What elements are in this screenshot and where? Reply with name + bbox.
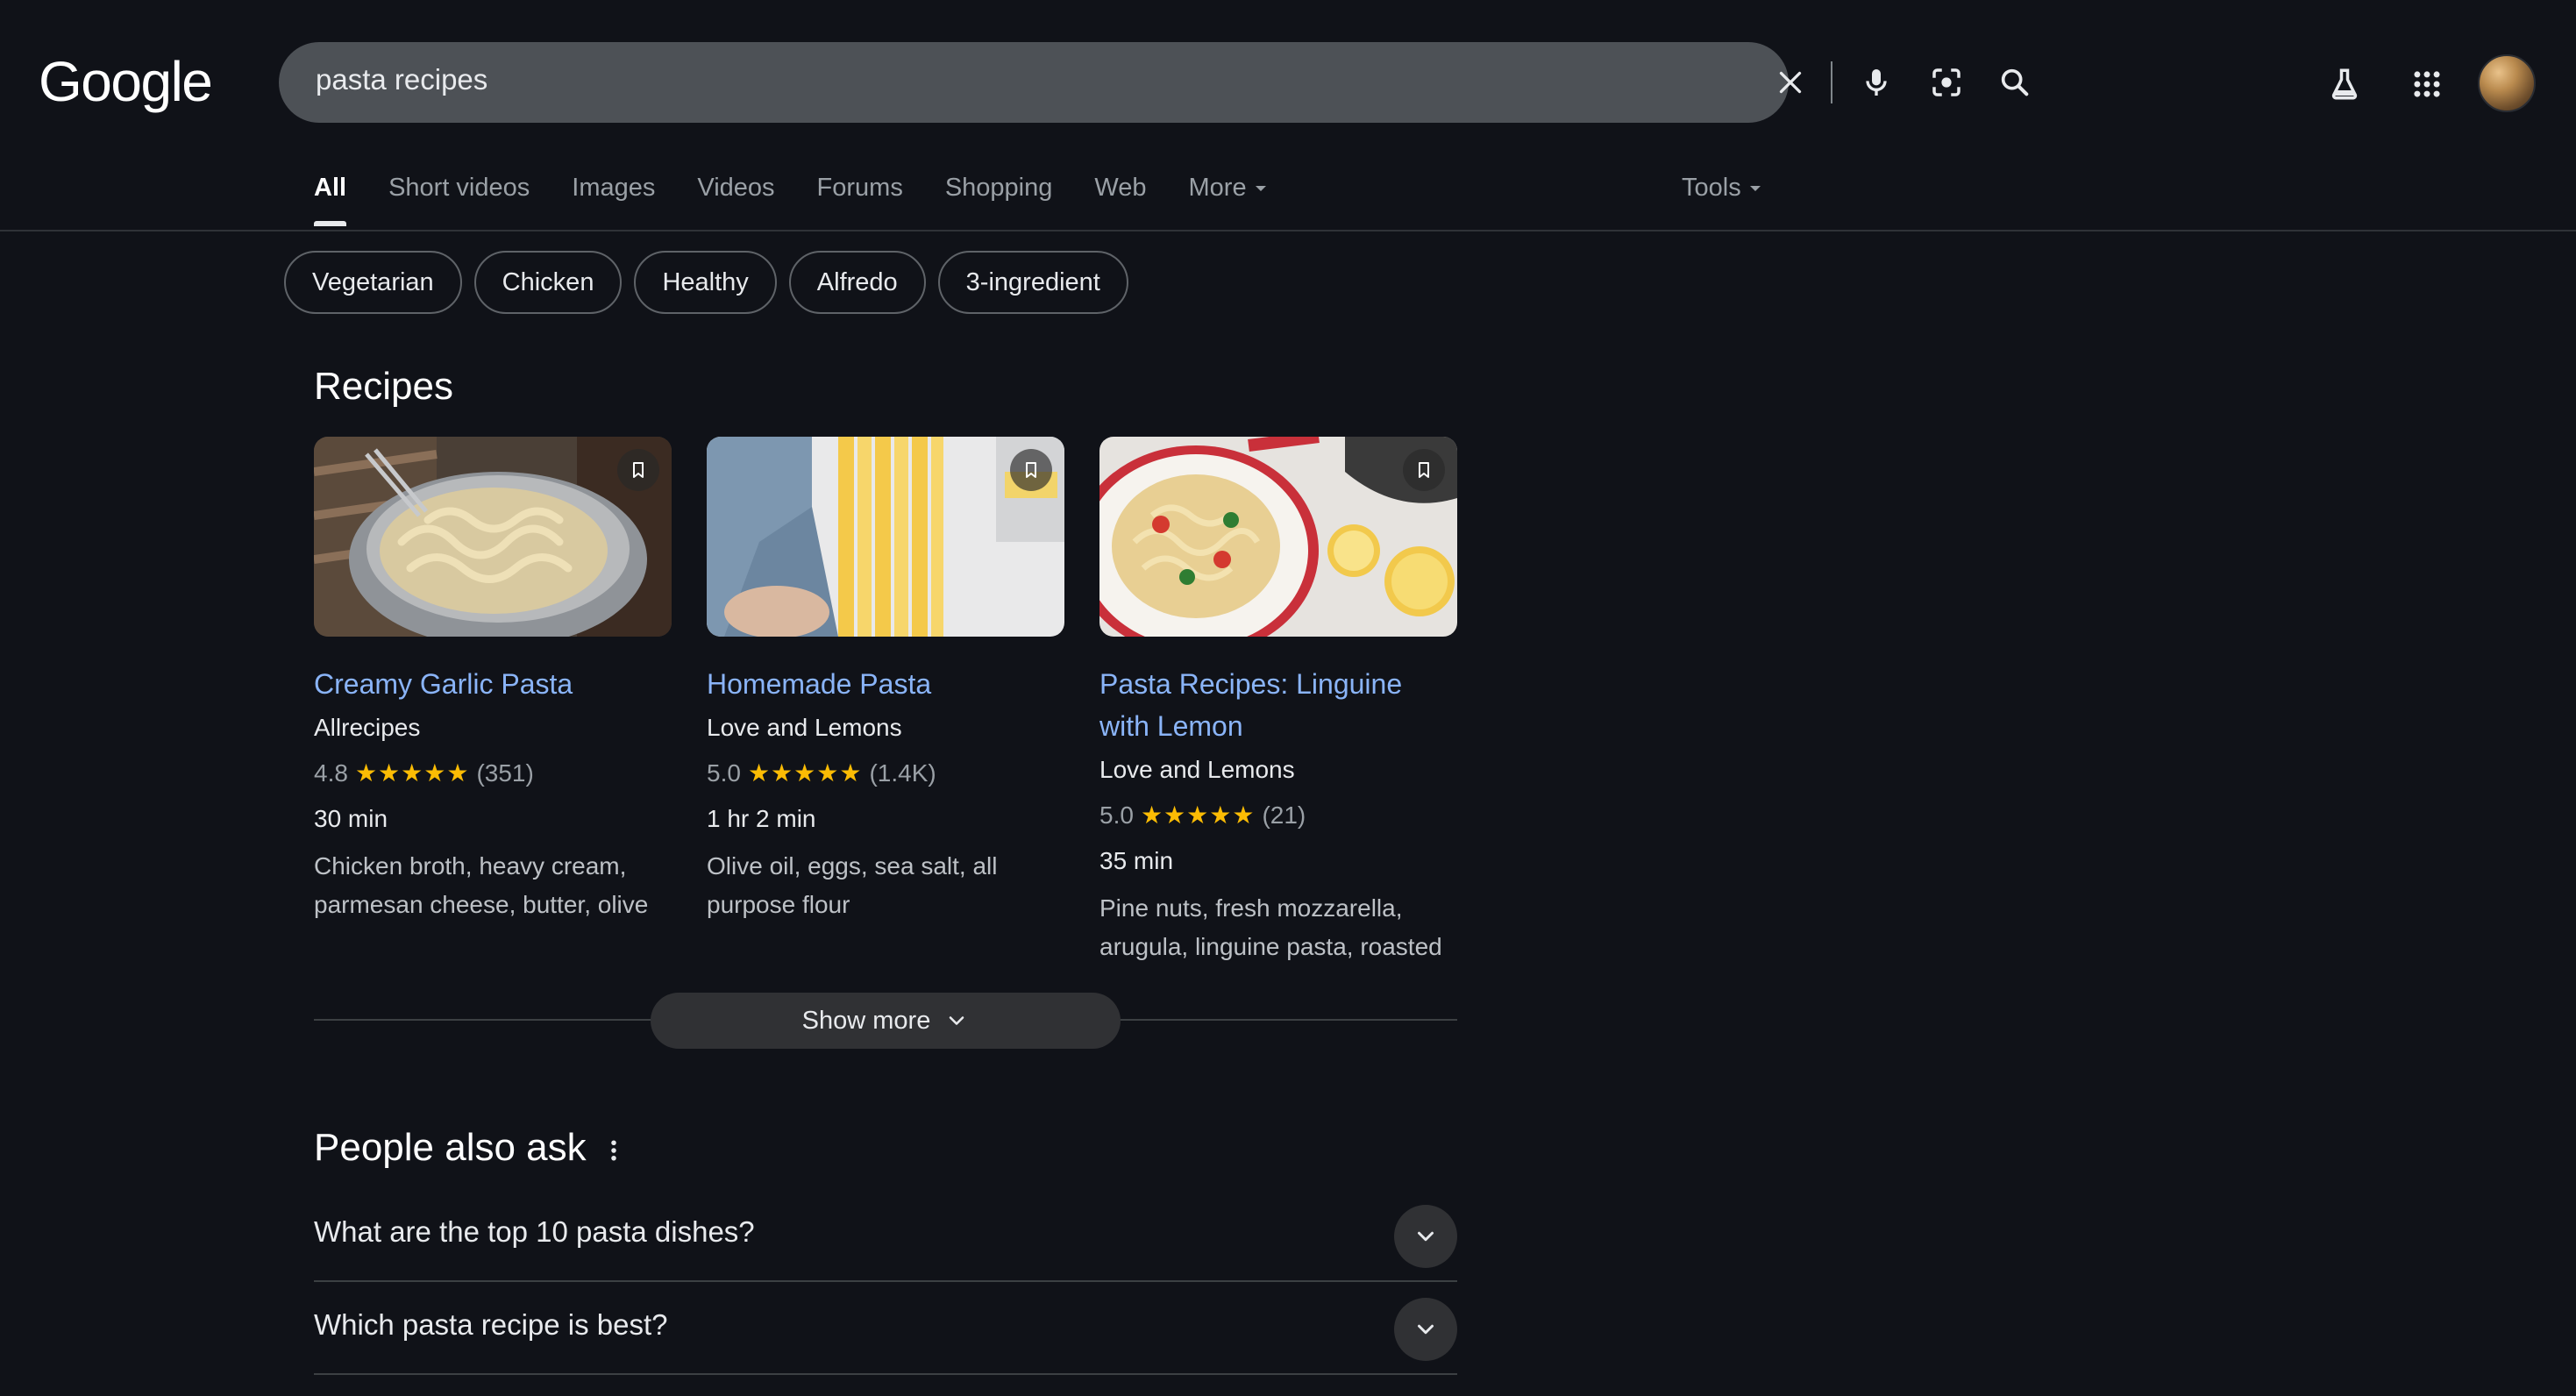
paa-question[interactable]: What are the top 10 pasta dishes?: [314, 1189, 1457, 1282]
recipe-time: 30 min: [314, 805, 388, 832]
rating-value: 5.0: [1099, 801, 1134, 829]
recipe-title[interactable]: Homemade Pasta: [707, 663, 1064, 705]
dropdown-caret-icon: [1749, 186, 1761, 192]
search-bar[interactable]: pasta recipes: [279, 42, 2029, 123]
rating-stars-icon: ★★★★★: [747, 759, 863, 787]
recipe-source: Love and Lemons: [707, 714, 902, 741]
bookmark-icon[interactable]: [1403, 449, 1445, 491]
chip-vegetarian[interactable]: Vegetarian: [284, 251, 462, 314]
recipe-ingredients: Chicken broth, heavy cream, parmesan che…: [314, 852, 649, 918]
recipe-card[interactable]: Homemade Pasta Love and Lemons 5.0 ★★★★★…: [707, 437, 1064, 924]
bookmark-icon[interactable]: [617, 449, 659, 491]
tools-button[interactable]: Tools: [1682, 174, 1761, 203]
recipe-image[interactable]: [314, 437, 672, 637]
recipe-source: Love and Lemons: [1099, 756, 1295, 783]
search-tabs: All Short videos Images Videos Forums Sh…: [314, 174, 1308, 230]
apps-icon[interactable]: [2404, 61, 2450, 107]
lens-icon[interactable]: [1924, 60, 1969, 105]
expand-chevron-icon[interactable]: [1394, 1205, 1457, 1268]
clear-search-icon[interactable]: [1768, 60, 1813, 105]
mic-icon[interactable]: [1854, 60, 1899, 105]
paa-question-text: What are the top 10 pasta dishes?: [314, 1215, 755, 1248]
recipe-rating: 5.0 ★★★★★ (1.4K): [707, 751, 1064, 796]
tab-more-label: More: [1188, 174, 1247, 202]
expand-chevron-icon[interactable]: [1394, 1298, 1457, 1361]
rating-value: 5.0: [707, 759, 741, 787]
dropdown-caret-icon: [1255, 186, 1266, 192]
recipe-title[interactable]: Creamy Garlic Pasta: [314, 663, 672, 705]
show-more-button[interactable]: Show more: [651, 993, 1121, 1049]
search-input[interactable]: pasta recipes: [316, 63, 487, 96]
chip-alfredo[interactable]: Alfredo: [788, 251, 926, 314]
review-count: (21): [1262, 801, 1306, 829]
chip-3-ingredient[interactable]: 3-ingredient: [937, 251, 1128, 314]
review-count: (351): [476, 759, 534, 787]
search-results-page: Google pasta recipes All Short videos Im…: [0, 0, 2576, 1396]
tab-images[interactable]: Images: [572, 174, 655, 230]
chip-chicken[interactable]: Chicken: [473, 251, 623, 314]
paa-question[interactable]: Which pasta recipe is best?: [314, 1282, 1457, 1375]
bookmark-icon[interactable]: [1010, 449, 1052, 491]
chip-healthy[interactable]: Healthy: [634, 251, 777, 314]
recipe-ingredients: Olive oil, eggs, sea salt, all purpose f…: [707, 852, 998, 918]
tab-short-videos[interactable]: Short videos: [388, 174, 530, 230]
paa-question-text: Which pasta recipe is best?: [314, 1308, 668, 1341]
tab-forums[interactable]: Forums: [817, 174, 903, 230]
chevron-down-icon: [950, 1016, 964, 1025]
recipe-rating: 4.8 ★★★★★ (351): [314, 751, 672, 796]
recipe-ingredients: Pine nuts, fresh mozzarella, arugula, li…: [1099, 894, 1442, 960]
tab-videos[interactable]: Videos: [697, 174, 774, 230]
recipe-image[interactable]: [1099, 437, 1457, 637]
recipe-card[interactable]: Pasta Recipes: Linguine with Lemon Love …: [1099, 437, 1457, 966]
more-options-icon[interactable]: [600, 1133, 628, 1168]
search-divider: [1831, 61, 1832, 103]
recipe-title[interactable]: Pasta Recipes: Linguine with Lemon: [1099, 663, 1457, 747]
tab-shopping[interactable]: Shopping: [945, 174, 1053, 230]
tab-all[interactable]: All: [314, 174, 347, 230]
recipe-rating: 5.0 ★★★★★ (21): [1099, 793, 1457, 838]
rating-stars-icon: ★★★★★: [1140, 801, 1256, 829]
refinement-chips: Vegetarian Chicken Healthy Alfredo 3-ing…: [284, 251, 1128, 314]
recipes-heading: Recipes: [314, 365, 453, 408]
rating-stars-icon: ★★★★★: [354, 759, 470, 787]
search-icon[interactable]: [1992, 60, 2038, 105]
google-logo[interactable]: Google: [39, 49, 213, 114]
account-avatar[interactable]: [2478, 54, 2536, 112]
recipe-time: 35 min: [1099, 847, 1174, 874]
show-more-label: Show more: [801, 1006, 931, 1035]
recipe-image[interactable]: [707, 437, 1064, 637]
review-count: (1.4K): [869, 759, 936, 787]
header-divider: [0, 230, 2576, 231]
recipe-card[interactable]: Creamy Garlic Pasta Allrecipes 4.8 ★★★★★…: [314, 437, 672, 924]
rating-value: 4.8: [314, 759, 348, 787]
recipe-time: 1 hr 2 min: [707, 805, 816, 832]
tab-web[interactable]: Web: [1094, 174, 1146, 230]
people-also-ask-heading: People also ask: [314, 1126, 587, 1170]
recipe-source: Allrecipes: [314, 714, 421, 741]
labs-icon[interactable]: [2322, 61, 2367, 107]
tools-label: Tools: [1682, 174, 1741, 202]
people-also-ask-title: People also ask: [314, 1126, 587, 1169]
tab-more[interactable]: More: [1189, 174, 1266, 230]
